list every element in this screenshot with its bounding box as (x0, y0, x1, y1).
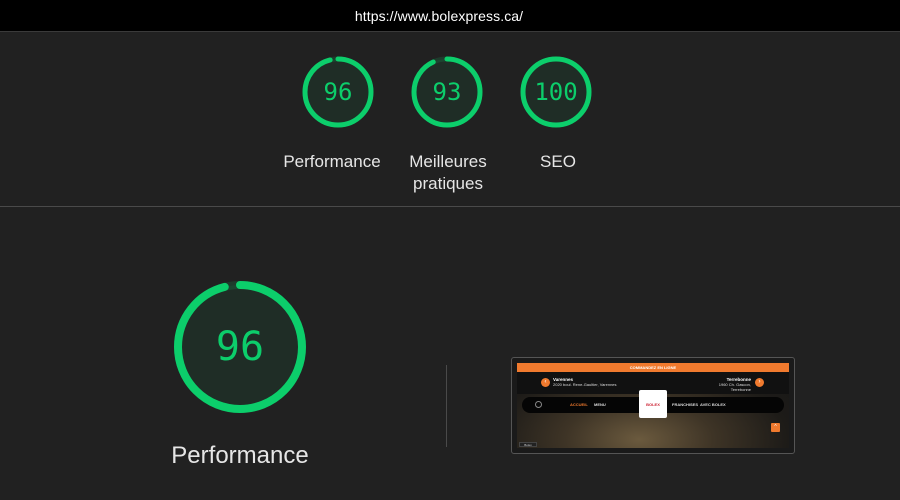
url-bar: https://www.bolexpress.ca/ (0, 0, 900, 32)
score-summary: 96 Performance 93 Meilleures pratiques 1… (0, 33, 900, 207)
detail-score: 96 (215, 324, 265, 370)
detail-label: Performance (171, 442, 309, 469)
gauge-label-seo: SEO (540, 152, 576, 171)
left-info-sub: 2020 boul. Rene-Gaultier, Varennes (553, 382, 617, 387)
right-info-sub: 1960 Ch. Gascon, Terrebonne (718, 382, 751, 392)
nav-item: MENU (594, 402, 606, 407)
location-pin-icon: › (755, 378, 764, 387)
gauge-score: 96 (323, 78, 353, 106)
gauge-performance[interactable]: 96 (301, 55, 375, 129)
thumbnail-corner-badge: Bolex Express (519, 442, 537, 448)
vertical-divider (446, 365, 447, 447)
final-screenshot-thumbnail[interactable]: COMMANDEZ EN LIGNE ‹ Varennes 2020 boul.… (511, 357, 795, 454)
thumbnail-logo: BOLEX (639, 390, 667, 418)
gauge-score: 93 (432, 78, 462, 106)
nav-item: FRANCHISES (672, 402, 699, 407)
location-pin-icon: ‹ (541, 378, 550, 387)
gauge-best-practices[interactable]: 93 (410, 55, 484, 129)
detail-gauge-performance: 96 (172, 279, 308, 415)
thumbnail-right-info: Terrebonne 1960 Ch. Gascon, Terrebonne (713, 377, 751, 392)
nav-item: ACCUEIL (570, 402, 588, 407)
scroll-up-icon: ^ (771, 423, 780, 432)
nav-item: AVEC BOLEX (700, 402, 726, 407)
thumbnail-page: COMMANDEZ EN LIGNE ‹ Varennes 2020 boul.… (517, 363, 789, 448)
gauge-score: 100 (534, 78, 578, 106)
menu-icon (535, 401, 542, 408)
thumbnail-left-info: Varennes 2020 boul. Rene-Gaultier, Varen… (553, 377, 617, 387)
url-text: https://www.bolexpress.ca/ (354, 7, 524, 24)
gauge-seo[interactable]: 100 (519, 55, 593, 129)
thumbnail-banner: COMMANDEZ EN LIGNE (517, 363, 789, 372)
